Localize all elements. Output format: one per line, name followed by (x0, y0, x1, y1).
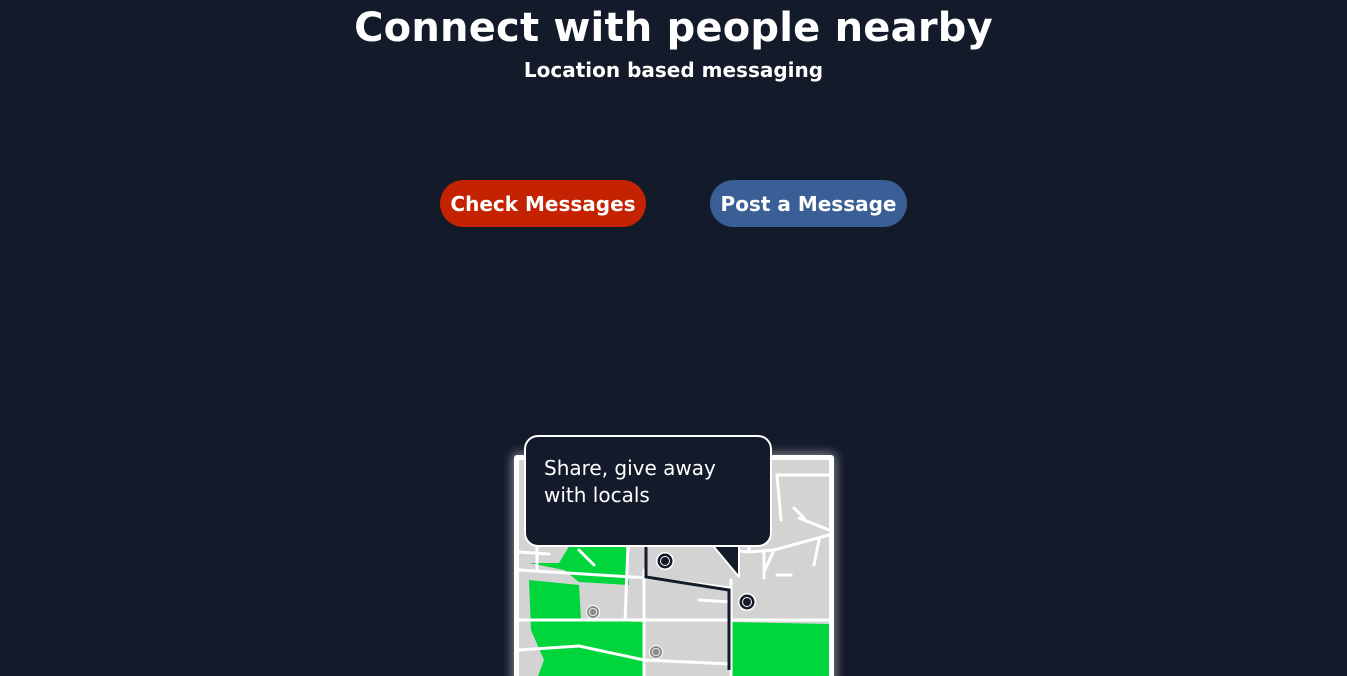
speech-bubble: Share, give away with locals (524, 435, 772, 547)
page-subtitle: Location based messaging (523, 58, 824, 82)
check-messages-button[interactable]: Check Messages (440, 180, 646, 227)
location-pin-faded (586, 605, 600, 619)
park-area (731, 622, 829, 676)
page-title: Connect with people nearby (354, 5, 993, 51)
location-pin (656, 552, 674, 570)
speech-bubble-text: Share, give away with locals (544, 456, 716, 507)
landing-page: Connect with people nearby Location base… (0, 0, 1347, 676)
location-pin (738, 593, 756, 611)
post-message-button[interactable]: Post a Message (710, 180, 907, 227)
location-pin-faded (649, 645, 663, 659)
